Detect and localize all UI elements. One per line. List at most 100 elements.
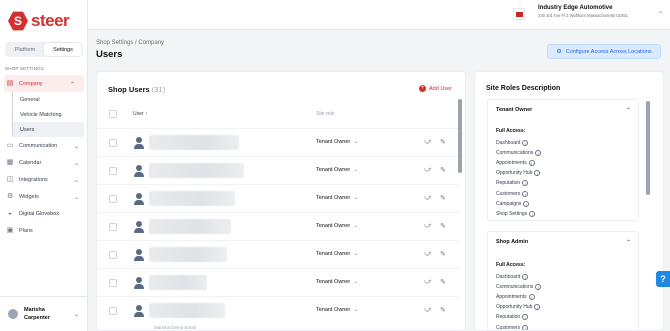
- edit-icon[interactable]: ✎: [440, 306, 446, 314]
- edit-icon[interactable]: ✎: [440, 194, 446, 202]
- site-role-dropdown[interactable]: Tenant Owner ⌄: [316, 251, 358, 257]
- users-table-body: Tenant Owner ⌄ ⤻ ✎ Tenant Owner ⌄ ⤻ ✎ Tena…: [97, 128, 459, 324]
- info-icon[interactable]: i: [522, 274, 529, 281]
- user-last-name: Carpenter: [24, 315, 50, 321]
- table-row: Tenant Owner ⌄ ⤻ ✎: [97, 128, 459, 156]
- share-icon[interactable]: ⤻: [424, 138, 431, 146]
- sidebar-item-integrations[interactable]: ◫ Integrations ⌄: [0, 171, 88, 188]
- info-icon[interactable]: i: [534, 304, 541, 311]
- chevron-up-icon: ⌃: [69, 82, 75, 88]
- info-icon[interactable]: i: [522, 190, 529, 197]
- site-role-dropdown[interactable]: Tenant Owner ⌄: [316, 139, 358, 145]
- breadcrumb[interactable]: Shop Settings / Company: [96, 40, 164, 46]
- permission-list: Dashboard i Communications i Appointments i…: [496, 272, 542, 330]
- edit-icon[interactable]: ✎: [440, 166, 446, 174]
- share-icon[interactable]: ⤻: [424, 166, 431, 174]
- chevron-down-icon: ⌄: [353, 307, 358, 313]
- sidebar-item-label: Communication: [19, 142, 58, 149]
- table-row: Tenant Owner ⌄ ⤻ ✎: [97, 240, 459, 268]
- sidebar-item-general[interactable]: General: [13, 92, 88, 107]
- info-icon[interactable]: i: [528, 294, 535, 301]
- column-user[interactable]: User ↑: [133, 111, 147, 117]
- site-role-dropdown[interactable]: Tenant Owner ⌄: [316, 167, 358, 173]
- permission-item: Dashboard i: [496, 138, 541, 148]
- row-checkbox[interactable]: [109, 307, 117, 315]
- share-icon[interactable]: ⤻: [424, 306, 431, 314]
- info-icon[interactable]: i: [534, 170, 541, 177]
- role-shop-admin: Shop Admin ⌃ Full Access: Dashboard i Com…: [487, 231, 639, 330]
- info-icon[interactable]: i: [523, 200, 530, 207]
- sidebar-item-company[interactable]: ▤ Company ⌃: [4, 75, 84, 92]
- sidebar-item-communication[interactable]: ▭ Communication ⌄: [0, 137, 88, 154]
- share-icon[interactable]: ⤻: [424, 278, 431, 286]
- edit-icon[interactable]: ✎: [440, 278, 446, 286]
- user-menu[interactable]: Marisha Carpenter ⌄: [0, 296, 88, 331]
- sidebar-item-vehicle-matching[interactable]: Vehicle Matching: [13, 107, 88, 122]
- sidebar-item-digital-glovebox[interactable]: ◒ Digital Glovebox: [0, 205, 88, 222]
- chevron-up-icon[interactable]: ⌃: [626, 239, 631, 246]
- company-icon: ▤: [6, 79, 14, 87]
- edit-icon[interactable]: ✎: [440, 250, 446, 258]
- roles-scrollbar[interactable]: [646, 101, 650, 195]
- row-checkbox[interactable]: [109, 195, 117, 203]
- role-name: Shop Admin: [496, 239, 529, 245]
- permission-item: Appointments i: [496, 158, 541, 168]
- permission-item: Communications i: [496, 282, 542, 292]
- share-icon[interactable]: ⤻: [424, 194, 431, 202]
- row-checkbox[interactable]: [109, 223, 117, 231]
- info-icon[interactable]: i: [529, 210, 536, 217]
- settings-toggle-button[interactable]: Settings: [44, 43, 82, 56]
- sidebar-item-plans[interactable]: ▣ Plans: [0, 222, 88, 239]
- info-icon[interactable]: i: [522, 180, 529, 187]
- row-checkbox[interactable]: [109, 167, 117, 175]
- edit-icon[interactable]: ✎: [440, 138, 446, 146]
- full-access-label: Full Access:: [496, 262, 526, 268]
- info-icon[interactable]: i: [528, 160, 535, 167]
- add-user-button[interactable]: + Add User: [419, 85, 452, 92]
- configure-access-button[interactable]: ⚙ Configure Access Across Locations: [547, 44, 661, 59]
- sidebar-item-widgets[interactable]: ⚙ Widgets ⌄: [0, 188, 88, 205]
- sidebar-item-label: Calendar: [19, 159, 42, 166]
- row-checkbox[interactable]: [109, 279, 117, 287]
- site-role-dropdown[interactable]: Tenant Owner ⌄: [316, 195, 358, 201]
- location-chevron-down-icon[interactable]: ⌄: [658, 8, 663, 15]
- steer-logo[interactable]: S steer: [8, 11, 70, 31]
- edit-icon[interactable]: ✎: [440, 222, 446, 230]
- chevron-down-icon: ⌄: [353, 139, 358, 145]
- add-user-label: Add User: [429, 85, 452, 92]
- user-icon: [134, 221, 144, 233]
- car-icon: ◒: [7, 209, 13, 217]
- chevron-up-icon[interactable]: ⌃: [626, 107, 631, 114]
- permission-item: Shop Settings i: [496, 209, 541, 219]
- chevron-down-icon: ⌄: [73, 144, 79, 150]
- info-icon[interactable]: i: [535, 150, 542, 157]
- row-checkbox[interactable]: [109, 139, 117, 147]
- info-icon[interactable]: i: [522, 324, 529, 330]
- platform-toggle-button[interactable]: Platform: [6, 43, 44, 56]
- sidebar-item-calendar[interactable]: ▦ Calendar ⌄: [0, 154, 88, 171]
- location-logo: [513, 8, 525, 20]
- help-icon[interactable]: ?: [656, 271, 670, 287]
- chevron-down-icon: ⌄: [353, 195, 358, 201]
- share-icon[interactable]: ⤻: [424, 250, 431, 258]
- info-icon[interactable]: i: [522, 140, 529, 147]
- site-role-dropdown[interactable]: Tenant Owner ⌄: [316, 279, 358, 285]
- permission-item: Opportunity Hub i: [496, 168, 541, 178]
- location-name[interactable]: Industry Edge Automotive: [538, 5, 612, 11]
- users-scrollbar[interactable]: [458, 99, 462, 173]
- share-icon[interactable]: ⤻: [424, 222, 431, 230]
- location-address: 230 3rd Ave Fl 3 Waltham Massachusetts 0…: [538, 13, 628, 18]
- site-role-dropdown[interactable]: Tenant Owner ⌄: [316, 223, 358, 229]
- site-roles-card: Site Roles Description Tenant Owner ⌃ Fu…: [474, 71, 664, 331]
- sidebar-item-users[interactable]: Users: [13, 122, 84, 137]
- info-icon[interactable]: i: [535, 284, 542, 291]
- permission-item: Reputation i: [496, 312, 541, 322]
- calendar-icon: ▦: [6, 158, 14, 166]
- select-all-checkbox[interactable]: [109, 110, 117, 118]
- chevron-down-icon: ⌄: [353, 223, 358, 229]
- row-checkbox[interactable]: [109, 251, 117, 259]
- info-icon[interactable]: i: [522, 314, 529, 321]
- role-tenant-owner: Tenant Owner ⌃ Full Access: Dashboard i C…: [487, 99, 639, 221]
- topbar: Industry Edge Automotive 230 3rd Ave Fl …: [88, 0, 670, 30]
- site-role-dropdown[interactable]: Tenant Owner ⌄: [316, 307, 358, 313]
